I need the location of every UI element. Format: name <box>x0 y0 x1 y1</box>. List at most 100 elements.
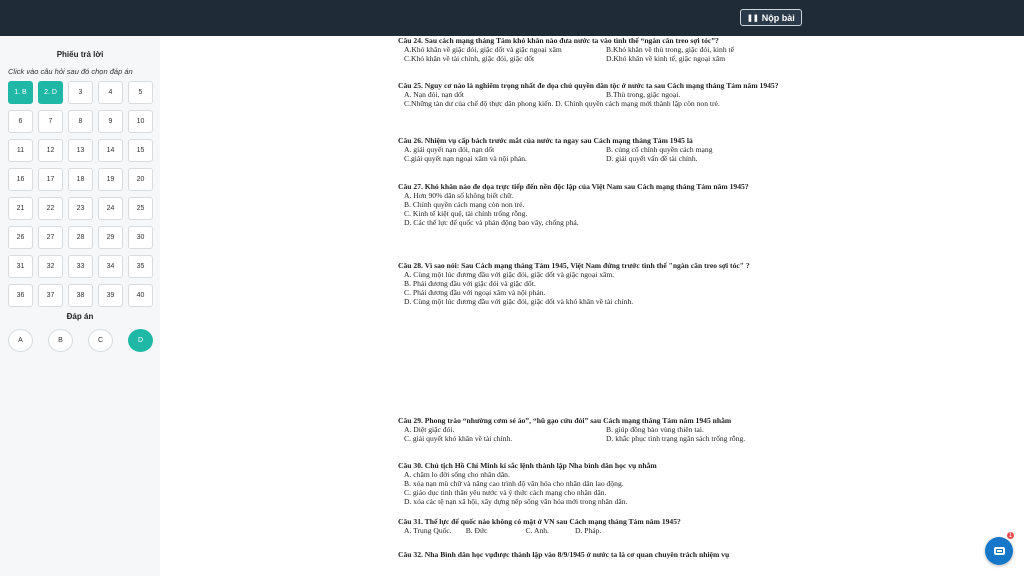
question-button-11[interactable]: 11 <box>8 139 33 162</box>
option-b: B. củng cố chính quyền cách mạng <box>606 145 713 154</box>
submit-button[interactable]: ❚❚ Nộp bài <box>740 9 802 26</box>
question-button-31[interactable]: 31 <box>8 255 33 278</box>
option-a: A. Trung Quốc. <box>404 526 452 535</box>
question-button-2[interactable]: 2. D <box>38 81 63 104</box>
question-button-32[interactable]: 32 <box>38 255 63 278</box>
top-bar: ❚❚ Nộp bài <box>0 0 1024 36</box>
option-a: A. Cùng một lúc đương đầu với giặc đói, … <box>404 270 615 279</box>
question-button-4[interactable]: 4 <box>98 81 123 104</box>
question-button-33[interactable]: 33 <box>68 255 93 278</box>
question-25: Câu 25. Nguy cơ nào là nghiêm trọng nhất… <box>398 81 808 108</box>
option-d: D.Khó khăn về kinh tế, giặc ngoại xâm <box>606 54 726 63</box>
option-a: A. chăm lo đời sống cho nhân dân. <box>404 470 510 479</box>
question-32: Câu 32. Nha Bình dân học vụđược thành lậ… <box>398 550 808 559</box>
option-c: C. giải quyết khó khăn về tài chính. <box>404 434 513 443</box>
option-d: D. Cùng một lúc đương đầu với giặc đói, … <box>404 297 634 306</box>
question-button-6[interactable]: 6 <box>8 110 33 133</box>
question-button-12[interactable]: 12 <box>38 139 63 162</box>
question-text: Câu 28. Vì sao nói: Sau Cách mạng tháng … <box>398 261 750 270</box>
question-button-24[interactable]: 24 <box>98 197 123 220</box>
question-button-27[interactable]: 27 <box>38 226 63 249</box>
option-a: A. Diệt giặc đói. <box>404 425 455 434</box>
question-button-29[interactable]: 29 <box>98 226 123 249</box>
question-button-14[interactable]: 14 <box>98 139 123 162</box>
option-c: C.Khó khăn về tài chính, giặc đói, giặc … <box>404 54 535 63</box>
question-button-7[interactable]: 7 <box>38 110 63 133</box>
option-a: A. giải quyết nạn đói, nạn dốt <box>404 145 495 154</box>
question-button-19[interactable]: 19 <box>98 168 123 191</box>
question-text: Câu 31. Thế lực đế quốc nào không có mặt… <box>398 517 681 526</box>
answer-option-b[interactable]: B <box>48 329 73 352</box>
answer-sheet-hint: Click vào câu hỏi sau đó chọn đáp án <box>8 67 133 76</box>
option-c: C. Anh. <box>525 526 549 535</box>
question-text: Câu 26. Nhiệm vụ cấp bách trước mắt của … <box>398 136 693 145</box>
option-cd: C.Những tàn dư của chế độ thực dân phong… <box>404 99 720 108</box>
notification-badge: 1 <box>1006 531 1015 540</box>
option-b: B.Khó khăn về thù trong, giặc đói, kinh … <box>606 45 735 54</box>
option-c: C. Kinh tế kiệt quệ, tài chính trống rỗn… <box>404 209 528 218</box>
question-button-23[interactable]: 23 <box>68 197 93 220</box>
question-button-30[interactable]: 30 <box>128 226 153 249</box>
option-a: A.Khó khăn về giặc đói, giặc dốt và giặc… <box>404 45 562 54</box>
question-button-13[interactable]: 13 <box>68 139 93 162</box>
question-24: Câu 24. Sau cách mạng tháng Tám khó khăn… <box>398 36 808 63</box>
option-b: B. Đức <box>465 526 488 535</box>
question-text: Câu 25. Nguy cơ nào là nghiêm trọng nhất… <box>398 81 779 90</box>
answer-option-c[interactable]: C <box>88 329 113 352</box>
question-button-28[interactable]: 28 <box>68 226 93 249</box>
answer-sheet-title: Phiếu trả lời <box>56 50 104 59</box>
question-button-25[interactable]: 25 <box>128 197 153 220</box>
answers-title: Đáp án <box>66 312 94 321</box>
option-b: B. giúp đồng bào vùng thiên tai. <box>606 425 704 434</box>
question-button-3[interactable]: 3 <box>68 81 93 104</box>
option-a: A. Nạn đói, nạn dốt <box>404 90 464 99</box>
question-button-36[interactable]: 36 <box>8 284 33 307</box>
option-c: C. Phải đương đầu với ngoại xâm và nội p… <box>404 288 546 297</box>
answer-option-d[interactable]: D <box>128 329 153 352</box>
question-button-8[interactable]: 8 <box>68 110 93 133</box>
option-d: D. Các thế lực đế quốc và phản động bao … <box>404 218 579 227</box>
question-button-16[interactable]: 16 <box>8 168 33 191</box>
question-grid: 1. B 2. D 3 4 5 6 7 8 9 10 11 12 13 14 15 16 17 18 19 20 21 2… <box>8 81 158 307</box>
option-d: D. khắc phục tình trạng ngân sách trống … <box>606 434 746 443</box>
question-button-17[interactable]: 17 <box>38 168 63 191</box>
question-text: Câu 29. Phong trào “nhường cơm sẻ áo”, “… <box>398 416 732 425</box>
chat-button[interactable] <box>985 537 1013 565</box>
answer-option-a[interactable]: A <box>8 329 33 352</box>
question-text: Câu 24. Sau cách mạng tháng Tám khó khăn… <box>398 36 719 45</box>
question-button-35[interactable]: 35 <box>128 255 153 278</box>
submit-label: Nộp bài <box>761 12 795 23</box>
question-30: Câu 30. Chủ tịch Hồ Chí Minh kí sắc lệnh… <box>398 461 808 506</box>
question-button-18[interactable]: 18 <box>68 168 93 191</box>
question-27: Câu 27. Khó khăn nào đe dọa trực tiếp đế… <box>398 182 808 227</box>
question-button-22[interactable]: 22 <box>38 197 63 220</box>
question-button-10[interactable]: 10 <box>128 110 153 133</box>
option-d: D. xóa các tệ nạn xã hội, xây dựng nếp s… <box>404 497 628 506</box>
question-31: Câu 31. Thế lực đế quốc nào không có mặt… <box>398 517 808 535</box>
chat-icon <box>993 547 1005 555</box>
question-button-34[interactable]: 34 <box>98 255 123 278</box>
question-button-20[interactable]: 20 <box>128 168 153 191</box>
option-b: B. Phải đương đầu với giặc đói và giặc d… <box>404 279 536 288</box>
option-b: B.Thù trong, giặc ngoại. <box>606 90 681 99</box>
question-button-39[interactable]: 39 <box>98 284 123 307</box>
pause-icon: ❚❚ <box>747 14 759 22</box>
question-29: Câu 29. Phong trào “nhường cơm sẻ áo”, “… <box>398 416 808 443</box>
option-d: D. Pháp. <box>574 526 602 535</box>
document-viewer[interactable]: Câu 24. Sau cách mạng tháng Tám khó khăn… <box>160 36 1024 576</box>
question-text: Câu 32. Nha Bình dân học vụđược thành lậ… <box>398 550 730 559</box>
question-button-5[interactable]: 5 <box>128 81 153 104</box>
question-button-26[interactable]: 26 <box>8 226 33 249</box>
question-button-15[interactable]: 15 <box>128 139 153 162</box>
question-button-21[interactable]: 21 <box>8 197 33 220</box>
question-28: Câu 28. Vì sao nói: Sau Cách mạng tháng … <box>398 261 808 306</box>
question-button-1[interactable]: 1. B <box>8 81 33 104</box>
question-text: Câu 27. Khó khăn nào đe dọa trực tiếp đế… <box>398 182 749 191</box>
option-c: C. giáo dục tinh thần yêu nước và ý thức… <box>404 488 607 497</box>
option-c: C.giải quyết nạn ngoại xâm và nội phản. <box>404 154 527 163</box>
question-button-9[interactable]: 9 <box>98 110 123 133</box>
question-26: Câu 26. Nhiệm vụ cấp bách trước mắt của … <box>398 136 808 163</box>
question-button-38[interactable]: 38 <box>68 284 93 307</box>
question-button-37[interactable]: 37 <box>38 284 63 307</box>
question-button-40[interactable]: 40 <box>128 284 153 307</box>
